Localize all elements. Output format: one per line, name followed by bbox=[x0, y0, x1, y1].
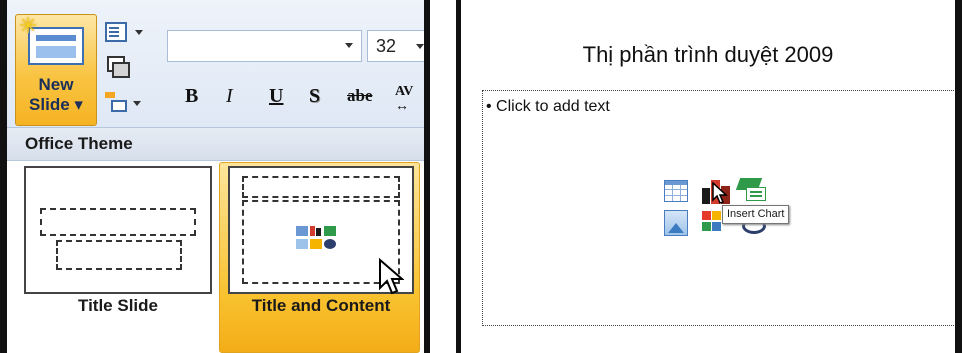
gallery-title: Office Theme bbox=[25, 134, 133, 153]
layout-gallery-header: Office Theme bbox=[7, 128, 424, 161]
ribbon-home-tab: ✳ New Slide ▾ 32 B I U S abe AV ↔ bbox=[7, 0, 424, 128]
layout-label-title-and-content[interactable]: Title and Content bbox=[225, 296, 417, 316]
frame-border-right bbox=[424, 0, 430, 353]
content-placeholder-prompt[interactable]: • Click to add text bbox=[486, 98, 610, 116]
font-name-dropdown-icon[interactable] bbox=[345, 43, 353, 48]
reset-slide-icon[interactable] bbox=[105, 56, 130, 78]
title-placeholder-outline bbox=[242, 176, 400, 198]
layout-icon[interactable] bbox=[105, 22, 129, 42]
font-size-combobox[interactable]: 32 bbox=[367, 30, 424, 62]
layout-label-title-slide[interactable]: Title Slide bbox=[24, 296, 212, 316]
insert-smartart-icon[interactable] bbox=[735, 178, 768, 202]
underline-button[interactable]: U bbox=[269, 84, 283, 108]
text-shadow-button[interactable]: S bbox=[309, 84, 320, 108]
italic-button[interactable]: I bbox=[226, 84, 233, 108]
bold-button[interactable]: B bbox=[185, 84, 198, 108]
section-dropdown-icon[interactable] bbox=[133, 101, 141, 106]
insert-table-icon[interactable] bbox=[664, 180, 688, 202]
new-slide-label-line1: New bbox=[38, 75, 74, 94]
title-placeholder-outline bbox=[40, 208, 196, 236]
mouse-cursor-icon bbox=[712, 182, 728, 204]
layout-thumb-title-slide[interactable] bbox=[24, 166, 212, 294]
content-placeholder-outline bbox=[242, 200, 400, 284]
insert-picture-icon[interactable] bbox=[664, 210, 688, 236]
strikethrough-button[interactable]: abe bbox=[347, 84, 373, 108]
content-insert-icons bbox=[296, 226, 346, 256]
content-placeholder[interactable] bbox=[482, 90, 956, 326]
insert-clip-art-icon[interactable] bbox=[700, 210, 724, 236]
subtitle-placeholder-outline bbox=[56, 240, 182, 270]
frame-border-right bbox=[955, 0, 962, 353]
character-spacing-arrow-icon: ↔ bbox=[395, 97, 409, 113]
font-size-dropdown-icon[interactable] bbox=[416, 44, 424, 49]
font-name-combobox[interactable] bbox=[167, 30, 362, 62]
font-size-value: 32 bbox=[376, 36, 397, 56]
sparkle-icon: ✳ bbox=[19, 13, 38, 38]
mouse-cursor-icon bbox=[379, 258, 404, 295]
slide-title[interactable]: Thị phần trình duyệt 2009 bbox=[461, 42, 955, 68]
frame-border-left bbox=[0, 0, 7, 353]
new-slide-button[interactable]: ✳ New Slide ▾ bbox=[15, 14, 97, 126]
section-icon[interactable] bbox=[105, 92, 129, 112]
layout-dropdown-icon[interactable] bbox=[135, 30, 143, 35]
frame-border-left bbox=[456, 0, 461, 353]
new-slide-label-line2: Slide ▾ bbox=[29, 95, 83, 114]
insert-chart-tooltip: Insert Chart bbox=[722, 205, 790, 224]
